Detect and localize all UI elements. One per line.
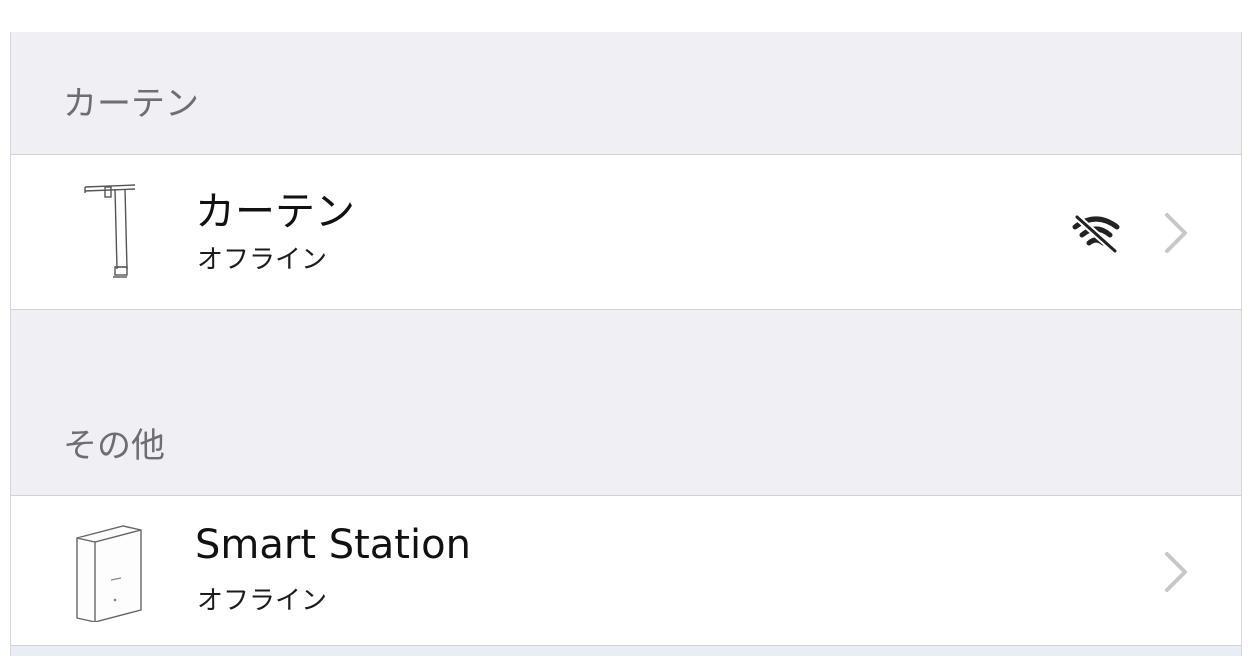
chevron-right-icon (1165, 213, 1187, 253)
smart-station-device-icon (76, 525, 142, 622)
device-name: Smart Station (195, 522, 471, 568)
section-header-label: カーテン (63, 84, 199, 124)
section-header-curtain: カーテン (11, 76, 1241, 126)
section-header-label: その他 (63, 426, 165, 466)
bottom-strip (11, 646, 1241, 656)
device-name: カーテン (195, 189, 355, 235)
chevron-right-icon (1165, 552, 1187, 592)
device-row-smart-station[interactable]: Smart Station オフライン (11, 495, 1241, 646)
device-list: カーテン カーテン オフライン その他 Smart Station オフライン (10, 32, 1242, 656)
curtain-device-icon (84, 184, 136, 278)
device-row-curtain[interactable]: カーテン オフライン (11, 154, 1241, 310)
section-header-other: その他 (11, 418, 1241, 468)
device-status: オフライン (197, 586, 328, 616)
wifi-off-icon (1072, 213, 1120, 253)
device-status: オフライン (197, 245, 328, 275)
